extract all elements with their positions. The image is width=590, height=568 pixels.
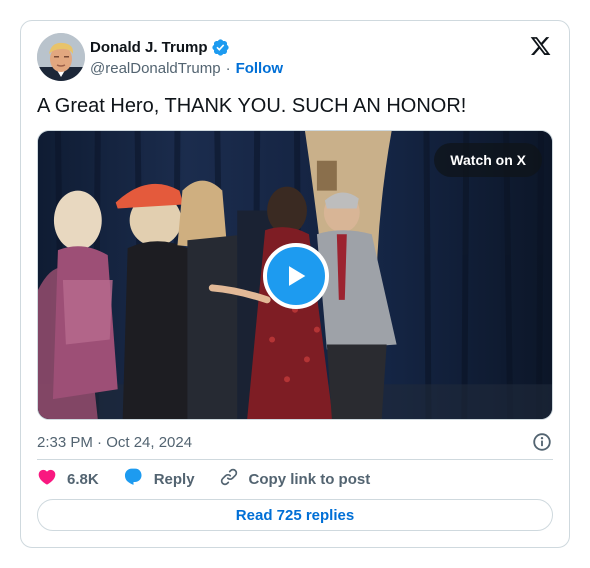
follow-link[interactable]: Follow [236, 60, 284, 77]
post-timestamp[interactable]: 2:33 PM · Oct 24, 2024 [37, 434, 192, 451]
copy-link-button[interactable]: Copy link to post [219, 467, 371, 492]
action-bar: 6.8K Reply Copy link to post [37, 468, 394, 490]
like-button[interactable]: 6.8K [37, 467, 99, 492]
author-avatar[interactable] [37, 33, 85, 81]
watch-on-x-button[interactable]: Watch on X [434, 143, 542, 177]
embedded-post-card: Donald J. Trump @realDonaldTrump · Follo… [20, 20, 570, 548]
copy-link-label: Copy link to post [248, 470, 371, 488]
play-icon[interactable] [263, 243, 329, 309]
avatar-portrait-icon [37, 33, 85, 81]
heart-icon [37, 467, 57, 492]
info-icon[interactable] [531, 431, 553, 453]
reply-button[interactable]: Reply [123, 467, 195, 492]
like-count: 6.8K [67, 470, 99, 488]
verified-badge-icon [211, 38, 230, 57]
reply-label: Reply [153, 470, 195, 488]
read-replies-button[interactable]: Read 725 replies [37, 499, 553, 531]
divider [37, 459, 553, 460]
link-icon [219, 467, 239, 492]
author-handle-row: @realDonaldTrump · Follow [90, 60, 283, 77]
x-logo-icon[interactable] [529, 35, 552, 57]
reply-bubble-icon [123, 467, 144, 492]
author-handle[interactable]: @realDonaldTrump [90, 60, 221, 77]
post-text: A Great Hero, THANK YOU. SUCH AN HONOR! [37, 95, 467, 117]
timestamp-row: 2:33 PM · Oct 24, 2024 [37, 430, 553, 454]
separator-dot: · [225, 60, 231, 77]
author-name-row: Donald J. Trump [90, 38, 230, 57]
video-player[interactable]: Watch on X [37, 130, 553, 420]
author-display-name[interactable]: Donald J. Trump [90, 39, 208, 56]
